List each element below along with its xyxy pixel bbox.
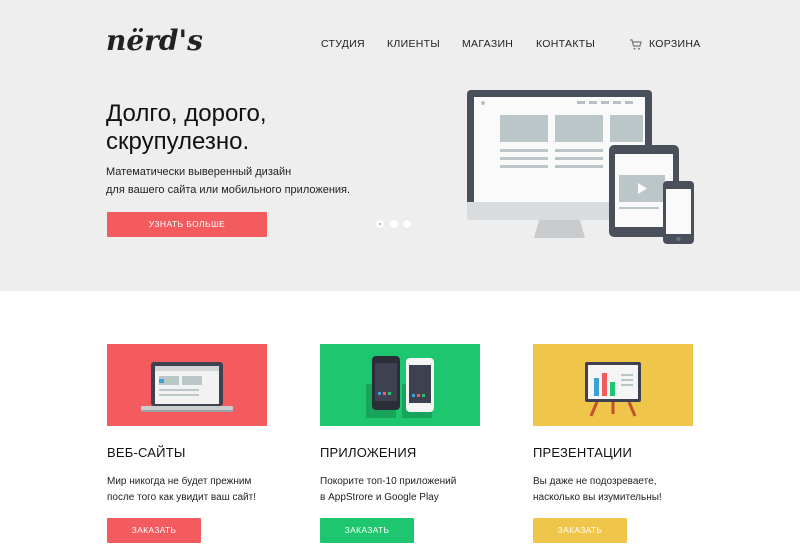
service-text-line1: Покорите топ-10 приложений — [320, 476, 457, 487]
laptop-icon — [141, 362, 233, 412]
service-text-line1: Мир никогда не будет прежним — [107, 476, 252, 487]
service-title: ПРИЛОЖЕНИЯ — [320, 445, 417, 460]
service-text: Мир никогда не будет прежним после того … — [107, 474, 277, 506]
service-text-line1: Вы даже не подозреваете, — [533, 476, 657, 487]
order-button[interactable]: ЗАКАЗАТЬ — [320, 518, 414, 543]
service-title: ПРЕЗЕНТАЦИИ — [533, 445, 632, 460]
hero-section: nërd's СТУДИЯ КЛИЕНТЫ МАГАЗИН КОНТАКТЫ К… — [0, 0, 800, 291]
slider-dot-2[interactable] — [390, 220, 398, 228]
service-text-line2: насколько вы изумительны! — [533, 492, 662, 503]
hero-title-line2: скрупулезно. — [106, 128, 250, 155]
nav-item-clients[interactable]: КЛИЕНТЫ — [387, 38, 440, 50]
apps-image — [320, 344, 480, 426]
hero-subtitle: Математически выверенный дизайн для ваше… — [106, 163, 406, 199]
service-card-apps: ПРИЛОЖЕНИЯ Покорите топ-10 приложений в … — [320, 344, 480, 543]
service-text: Вы даже не подозреваете, насколько вы из… — [533, 474, 703, 506]
slider-dot-1[interactable] — [376, 220, 384, 228]
slider-dots — [376, 220, 416, 230]
order-button[interactable]: ЗАКАЗАТЬ — [107, 518, 201, 543]
learn-more-button[interactable]: УЗНАТЬ БОЛЬШЕ — [107, 212, 267, 237]
service-text: Покорите топ-10 приложений в AppStrore и… — [320, 474, 490, 506]
cart-icon[interactable] — [630, 39, 642, 51]
hero-title-line1: Долго, дорого, — [106, 100, 267, 127]
service-card-websites: ВЕБ-САЙТЫ Мир никогда не будет прежним п… — [107, 344, 267, 543]
main-nav: СТУДИЯ КЛИЕНТЫ МАГАЗИН КОНТАКТЫ КОРЗИНА — [0, 38, 800, 54]
nav-item-contacts[interactable]: КОНТАКТЫ — [536, 38, 595, 50]
service-card-presentations: ПРЕЗЕНТАЦИИ Вы даже не подозреваете, нас… — [533, 344, 693, 543]
service-text-line2: после того как увидит ваш сайт! — [107, 492, 257, 503]
slider-dot-3[interactable] — [403, 220, 411, 228]
presentation-board-icon — [585, 362, 641, 417]
service-text-line2: в AppStrore и Google Play — [320, 492, 439, 503]
hero-subtitle-line2: для вашего сайта или мобильного приложен… — [106, 184, 351, 196]
hero-subtitle-line1: Математически выверенный дизайн — [106, 166, 292, 178]
nav-item-cart[interactable]: КОРЗИНА — [649, 38, 701, 50]
order-button[interactable]: ЗАКАЗАТЬ — [533, 518, 627, 543]
service-title: ВЕБ-САЙТЫ — [107, 445, 186, 460]
hero-title: Долго, дорого, скрупулезно. — [106, 100, 436, 156]
presentations-image — [533, 344, 693, 426]
smartphones-icon — [366, 356, 434, 418]
nav-item-studio[interactable]: СТУДИЯ — [321, 38, 365, 50]
devices-illustration — [467, 90, 694, 244]
websites-image — [107, 344, 267, 426]
nav-item-shop[interactable]: МАГАЗИН — [462, 38, 513, 50]
